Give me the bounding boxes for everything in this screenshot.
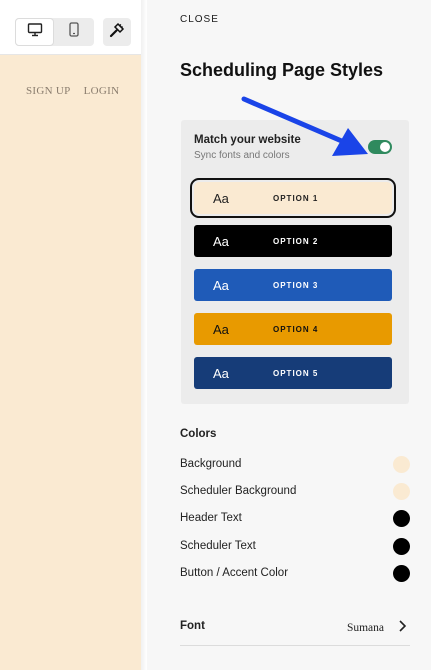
- toggle-knob: [380, 142, 390, 152]
- color-name: Header Text: [180, 512, 242, 524]
- color-name: Background: [180, 458, 242, 470]
- color-row-header-text[interactable]: Header Text: [180, 509, 410, 527]
- font-label: Font: [180, 620, 205, 632]
- paintbrush-icon: [109, 22, 125, 43]
- preview-toolbar: [0, 0, 141, 55]
- option-sample-text: Aa: [213, 365, 229, 381]
- desktop-view-button[interactable]: [15, 18, 54, 46]
- chevron-right-icon: [396, 619, 408, 633]
- preview-site-nav: SIGN UP LOGIN: [26, 85, 119, 97]
- mobile-icon: [68, 22, 79, 42]
- close-button[interactable]: CLOSE: [180, 14, 219, 25]
- colors-section-title: Colors: [180, 428, 217, 440]
- option-sample-text: Aa: [213, 190, 229, 206]
- font-value: Sumana: [346, 622, 384, 634]
- desktop-icon: [27, 22, 43, 42]
- style-option-1[interactable]: Aa OPTION 1: [190, 178, 396, 218]
- style-option-3[interactable]: Aa OPTION 3: [194, 269, 392, 301]
- color-swatch[interactable]: [393, 510, 410, 527]
- option-label: OPTION 3: [273, 280, 319, 290]
- page-title: Scheduling Page Styles: [180, 60, 384, 80]
- match-website-toggle[interactable]: [368, 140, 392, 154]
- color-row-scheduler-text[interactable]: Scheduler Text: [180, 537, 410, 555]
- color-swatch[interactable]: [393, 538, 410, 555]
- style-option-4[interactable]: Aa OPTION 4: [194, 313, 392, 345]
- annotation-arrow-icon: [241, 96, 368, 156]
- option-label: OPTION 2: [273, 236, 319, 246]
- signup-link[interactable]: SIGN UP: [26, 85, 71, 97]
- site-preview: SIGN UP LOGIN: [0, 0, 141, 670]
- color-row-background[interactable]: Background: [180, 455, 410, 473]
- font-setting-row[interactable]: Font Sumana: [180, 616, 410, 646]
- option-label: OPTION 4: [273, 324, 319, 334]
- mobile-view-button[interactable]: [54, 18, 93, 46]
- option-sample-text: Aa: [213, 233, 229, 249]
- color-name: Scheduler Background: [180, 485, 297, 497]
- color-swatch[interactable]: [393, 456, 410, 473]
- color-row-button-accent[interactable]: Button / Accent Color: [180, 564, 410, 582]
- color-name: Scheduler Text: [180, 540, 256, 552]
- option-sample-text: Aa: [213, 277, 229, 293]
- login-link[interactable]: LOGIN: [84, 85, 120, 97]
- device-toggle-group: [15, 18, 94, 46]
- style-option-5[interactable]: Aa OPTION 5: [194, 357, 392, 389]
- option-sample-text: Aa: [213, 321, 229, 337]
- color-row-scheduler-background[interactable]: Scheduler Background: [180, 482, 410, 500]
- color-swatch[interactable]: [393, 483, 410, 500]
- style-option-2[interactable]: Aa OPTION 2: [194, 225, 392, 257]
- option-label: OPTION 1: [273, 193, 319, 203]
- color-name: Button / Accent Color: [180, 567, 289, 579]
- color-swatch[interactable]: [393, 565, 410, 582]
- style-brush-button[interactable]: [103, 18, 131, 46]
- option-label: OPTION 5: [273, 368, 319, 378]
